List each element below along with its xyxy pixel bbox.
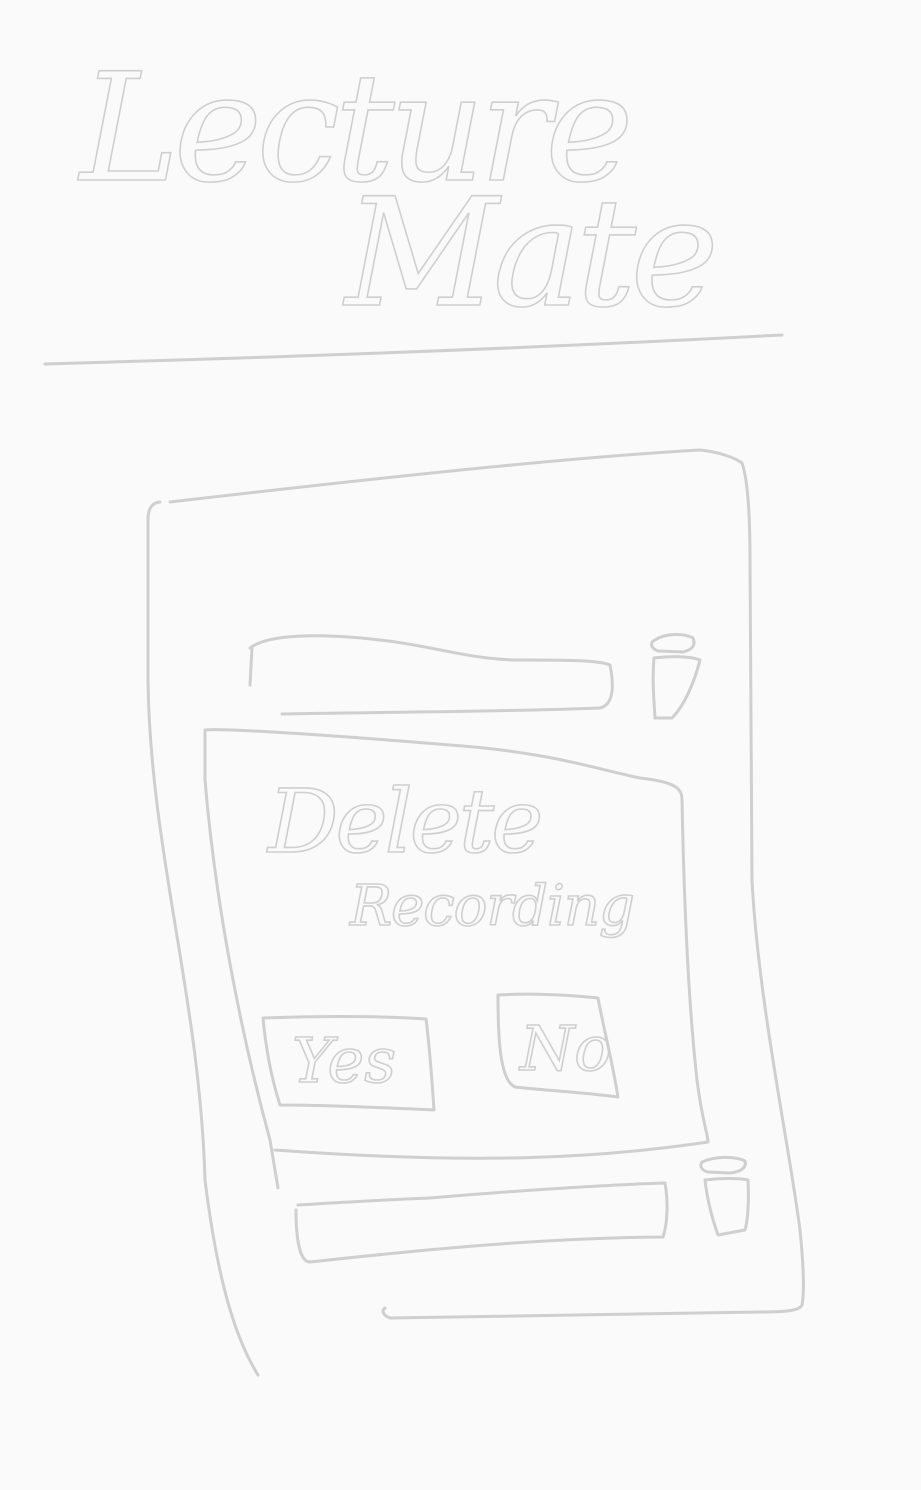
confirm-button[interactable]: Yes [261,1015,436,1112]
screen-frame-left [146,500,260,1377]
trash-icon[interactable] [650,633,702,720]
recording-entry-field[interactable] [294,1181,669,1264]
list-item[interactable] [248,633,702,720]
cancel-button-label[interactable]: No [517,1011,612,1086]
dialog-title: Delete [266,770,540,873]
trash-icon[interactable] [699,1155,750,1237]
app-title-line2: Mate [342,167,713,341]
confirm-button-label[interactable]: Yes [291,1023,397,1098]
list-item[interactable] [294,1155,750,1264]
dialog-message: Recording [349,874,634,939]
recording-entry-field[interactable] [248,634,614,716]
wireframe-sketch: Lecture Mate Delete Recording Yes No [43,41,805,1377]
delete-dialog: Delete Recording Yes No [203,728,710,1190]
cancel-button[interactable]: No [496,992,620,1099]
app-title: Lecture Mate [76,41,720,342]
